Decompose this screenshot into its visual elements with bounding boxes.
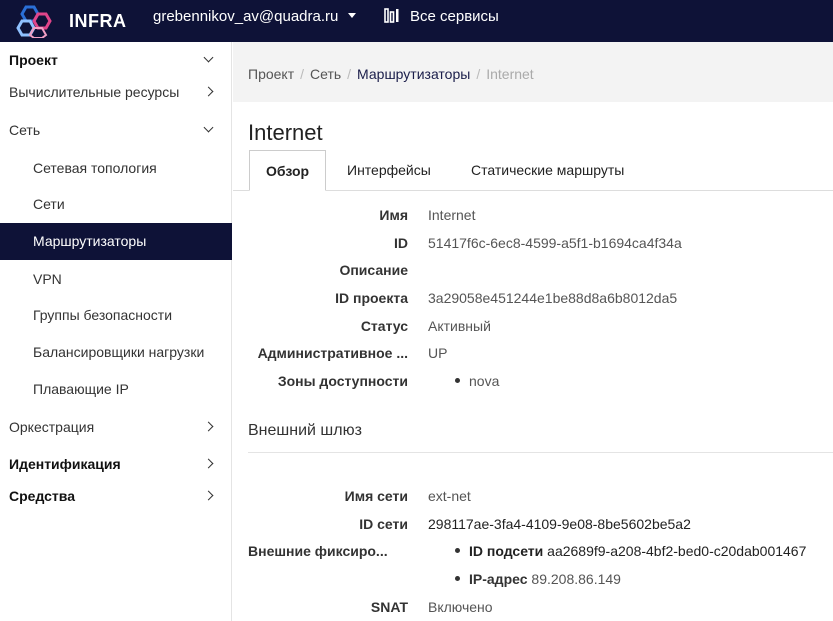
sidebar-item-network-topology[interactable]: Сетевая топология bbox=[0, 150, 232, 187]
detail-row-name: Имя Internet bbox=[233, 207, 833, 227]
breadcrumb-separator: / bbox=[476, 66, 481, 82]
sidebar-item-label: Сеть bbox=[9, 122, 41, 138]
detail-value: 51417f6c-6ec8-4599-a5f1-b1694ca4f34a bbox=[428, 235, 682, 251]
tab-overview[interactable]: Обзор bbox=[249, 150, 327, 191]
main-content: Проект / Сеть / Маршрутизаторы / Internet Inte… bbox=[233, 42, 833, 621]
detail-value: nova bbox=[455, 373, 499, 389]
sidebar-item-vpn[interactable]: VPN bbox=[0, 261, 232, 298]
sidebar-item-label: Оркестрация bbox=[9, 419, 95, 435]
sidebar-item-label: Вычислительные ресурсы bbox=[9, 84, 180, 100]
ip-address-key: IP-адрес bbox=[469, 571, 528, 587]
logo-text: INFRA bbox=[69, 11, 127, 31]
tab-bar: Обзор Интерфейсы Статические маршруты bbox=[233, 150, 833, 191]
zone-value: nova bbox=[469, 373, 500, 389]
breadcrumb-bar: Проект / Сеть / Маршрутизаторы / Internet bbox=[233, 42, 833, 102]
detail-value: ext-net bbox=[428, 488, 471, 504]
bullet-icon bbox=[455, 576, 460, 581]
services-label: Все сервисы bbox=[410, 8, 499, 25]
detail-label: Имя сети bbox=[344, 488, 408, 504]
sidebar-item-label: Сети bbox=[33, 196, 65, 212]
detail-row-network-name: Имя сети ext-net bbox=[233, 488, 833, 508]
sidebar-item-load-balancers[interactable]: Балансировщики нагрузки bbox=[0, 334, 232, 371]
sidebar-item-floating-ips[interactable]: Плавающие IP bbox=[0, 371, 232, 408]
detail-row-fixed-ips: Внешние фиксиро... ID подсети aa2689f9-a… bbox=[233, 543, 833, 563]
sidebar-item-compute[interactable]: Вычислительные ресурсы bbox=[0, 74, 232, 111]
sidebar-item-network[interactable]: Сеть bbox=[0, 112, 232, 149]
section-title-gateway: Внешний шлюз bbox=[248, 422, 362, 439]
bullet-icon bbox=[455, 378, 460, 383]
detail-row-status: Статус Активный bbox=[233, 318, 833, 338]
detail-value: 3a29058e451244e1be88d8a6b8012da5 bbox=[428, 290, 678, 306]
detail-row-project-id: ID проекта 3a29058e451244e1be88d8a6b8012… bbox=[233, 290, 833, 310]
detail-row-ip-address: IP-адрес 89.208.86.149 bbox=[233, 571, 833, 591]
detail-value: Активный bbox=[428, 318, 491, 334]
sidebar-item-tools[interactable]: Средства bbox=[0, 478, 232, 515]
breadcrumb-current: Internet bbox=[486, 66, 534, 82]
chevron-right-icon bbox=[203, 458, 214, 469]
ip-address-value: 89.208.86.149 bbox=[531, 571, 621, 587]
detail-label: Внешние фиксиро... bbox=[248, 543, 388, 559]
sidebar-item-label: Плавающие IP bbox=[33, 381, 129, 397]
bullet-icon bbox=[455, 548, 460, 553]
detail-row-id: ID 51417f6c-6ec8-4599-a5f1-b1694ca4f34a bbox=[233, 235, 833, 255]
breadcrumb-routers[interactable]: Маршрутизаторы bbox=[357, 66, 470, 82]
sidebar-item-label: Балансировщики нагрузки bbox=[33, 344, 205, 360]
user-email: grebennikov_av@quadra.ru bbox=[153, 8, 339, 25]
infra-logo[interactable]: INFRA bbox=[14, 4, 127, 39]
detail-label: Статус bbox=[360, 318, 408, 334]
caret-down-icon bbox=[348, 12, 357, 18]
network-id-link[interactable]: 298117ae-3fa4-4109-9e08-8be5602be5a2 bbox=[428, 516, 691, 532]
subnet-id-key: ID подсети bbox=[469, 543, 544, 559]
detail-value: UP bbox=[428, 345, 448, 361]
page-title: Internet bbox=[248, 120, 323, 145]
sidebar-item-networks[interactable]: Сети bbox=[0, 186, 232, 223]
subnet-id-value: aa2689f9-a208-4bf2-bed0-c20dab001467 bbox=[547, 543, 807, 559]
detail-label: Зоны доступности bbox=[277, 373, 408, 389]
hexagon-logo-icon bbox=[16, 5, 52, 39]
breadcrumb: Проект / Сеть / Маршрутизаторы / Internet bbox=[248, 66, 534, 82]
sidebar: Проект Вычислительные ресурсы Сеть Сетев… bbox=[0, 42, 232, 621]
chevron-right-icon bbox=[203, 490, 214, 501]
chevron-down-icon bbox=[203, 52, 214, 63]
services-icon bbox=[384, 8, 399, 23]
top-navbar: INFRA grebennikov_av@quadra.ru Все серви… bbox=[0, 0, 833, 42]
breadcrumb-separator: / bbox=[300, 66, 305, 82]
detail-label: Описание bbox=[339, 262, 408, 278]
chevron-right-icon bbox=[203, 86, 214, 97]
all-services-button[interactable]: Все сервисы bbox=[384, 8, 499, 25]
sidebar-item-label: Сетевая топология bbox=[33, 160, 157, 176]
detail-row-availability-zones: Зоны доступности nova bbox=[233, 373, 833, 393]
chevron-down-icon bbox=[203, 122, 214, 133]
breadcrumb-project[interactable]: Проект bbox=[248, 66, 294, 82]
detail-label: SNAT bbox=[370, 599, 408, 615]
sidebar-item-label: Группы безопасности bbox=[33, 307, 173, 323]
sidebar-item-label: VPN bbox=[33, 271, 62, 287]
detail-value: Internet bbox=[428, 207, 476, 223]
breadcrumb-separator: / bbox=[347, 66, 352, 82]
detail-row-network-id: ID сети 298117ae-3fa4-4109-9e08-8be5602b… bbox=[233, 516, 833, 536]
section-divider bbox=[248, 452, 833, 453]
sidebar-item-label: Средства bbox=[9, 488, 76, 504]
detail-label: ID bbox=[394, 235, 408, 251]
tab-static-routes[interactable]: Статические маршруты bbox=[455, 150, 640, 191]
detail-label: Имя bbox=[379, 207, 408, 223]
sidebar-item-orchestration[interactable]: Оркестрация bbox=[0, 409, 232, 446]
chevron-right-icon bbox=[203, 421, 214, 432]
detail-label: ID проекта bbox=[335, 290, 408, 306]
sidebar-item-security-groups[interactable]: Группы безопасности bbox=[0, 297, 232, 334]
detail-value: ID подсети aa2689f9-a208-4bf2-bed0-c20da… bbox=[455, 543, 806, 559]
detail-label: Административное ... bbox=[257, 345, 408, 361]
tab-interfaces[interactable]: Интерфейсы bbox=[331, 150, 447, 191]
detail-row-snat: SNAT Включено bbox=[233, 599, 833, 619]
detail-value: Включено bbox=[428, 599, 493, 615]
sidebar-item-routers[interactable]: Маршрутизаторы bbox=[0, 223, 232, 260]
detail-label: ID сети bbox=[359, 516, 408, 532]
sidebar-item-label: Маршрутизаторы bbox=[33, 233, 147, 249]
detail-row-description: Описание bbox=[233, 262, 833, 282]
user-menu[interactable]: grebennikov_av@quadra.ru bbox=[153, 8, 357, 25]
detail-value: IP-адрес 89.208.86.149 bbox=[455, 571, 621, 587]
breadcrumb-network[interactable]: Сеть bbox=[310, 66, 341, 82]
detail-row-admin-state: Административное ... UP bbox=[233, 345, 833, 365]
